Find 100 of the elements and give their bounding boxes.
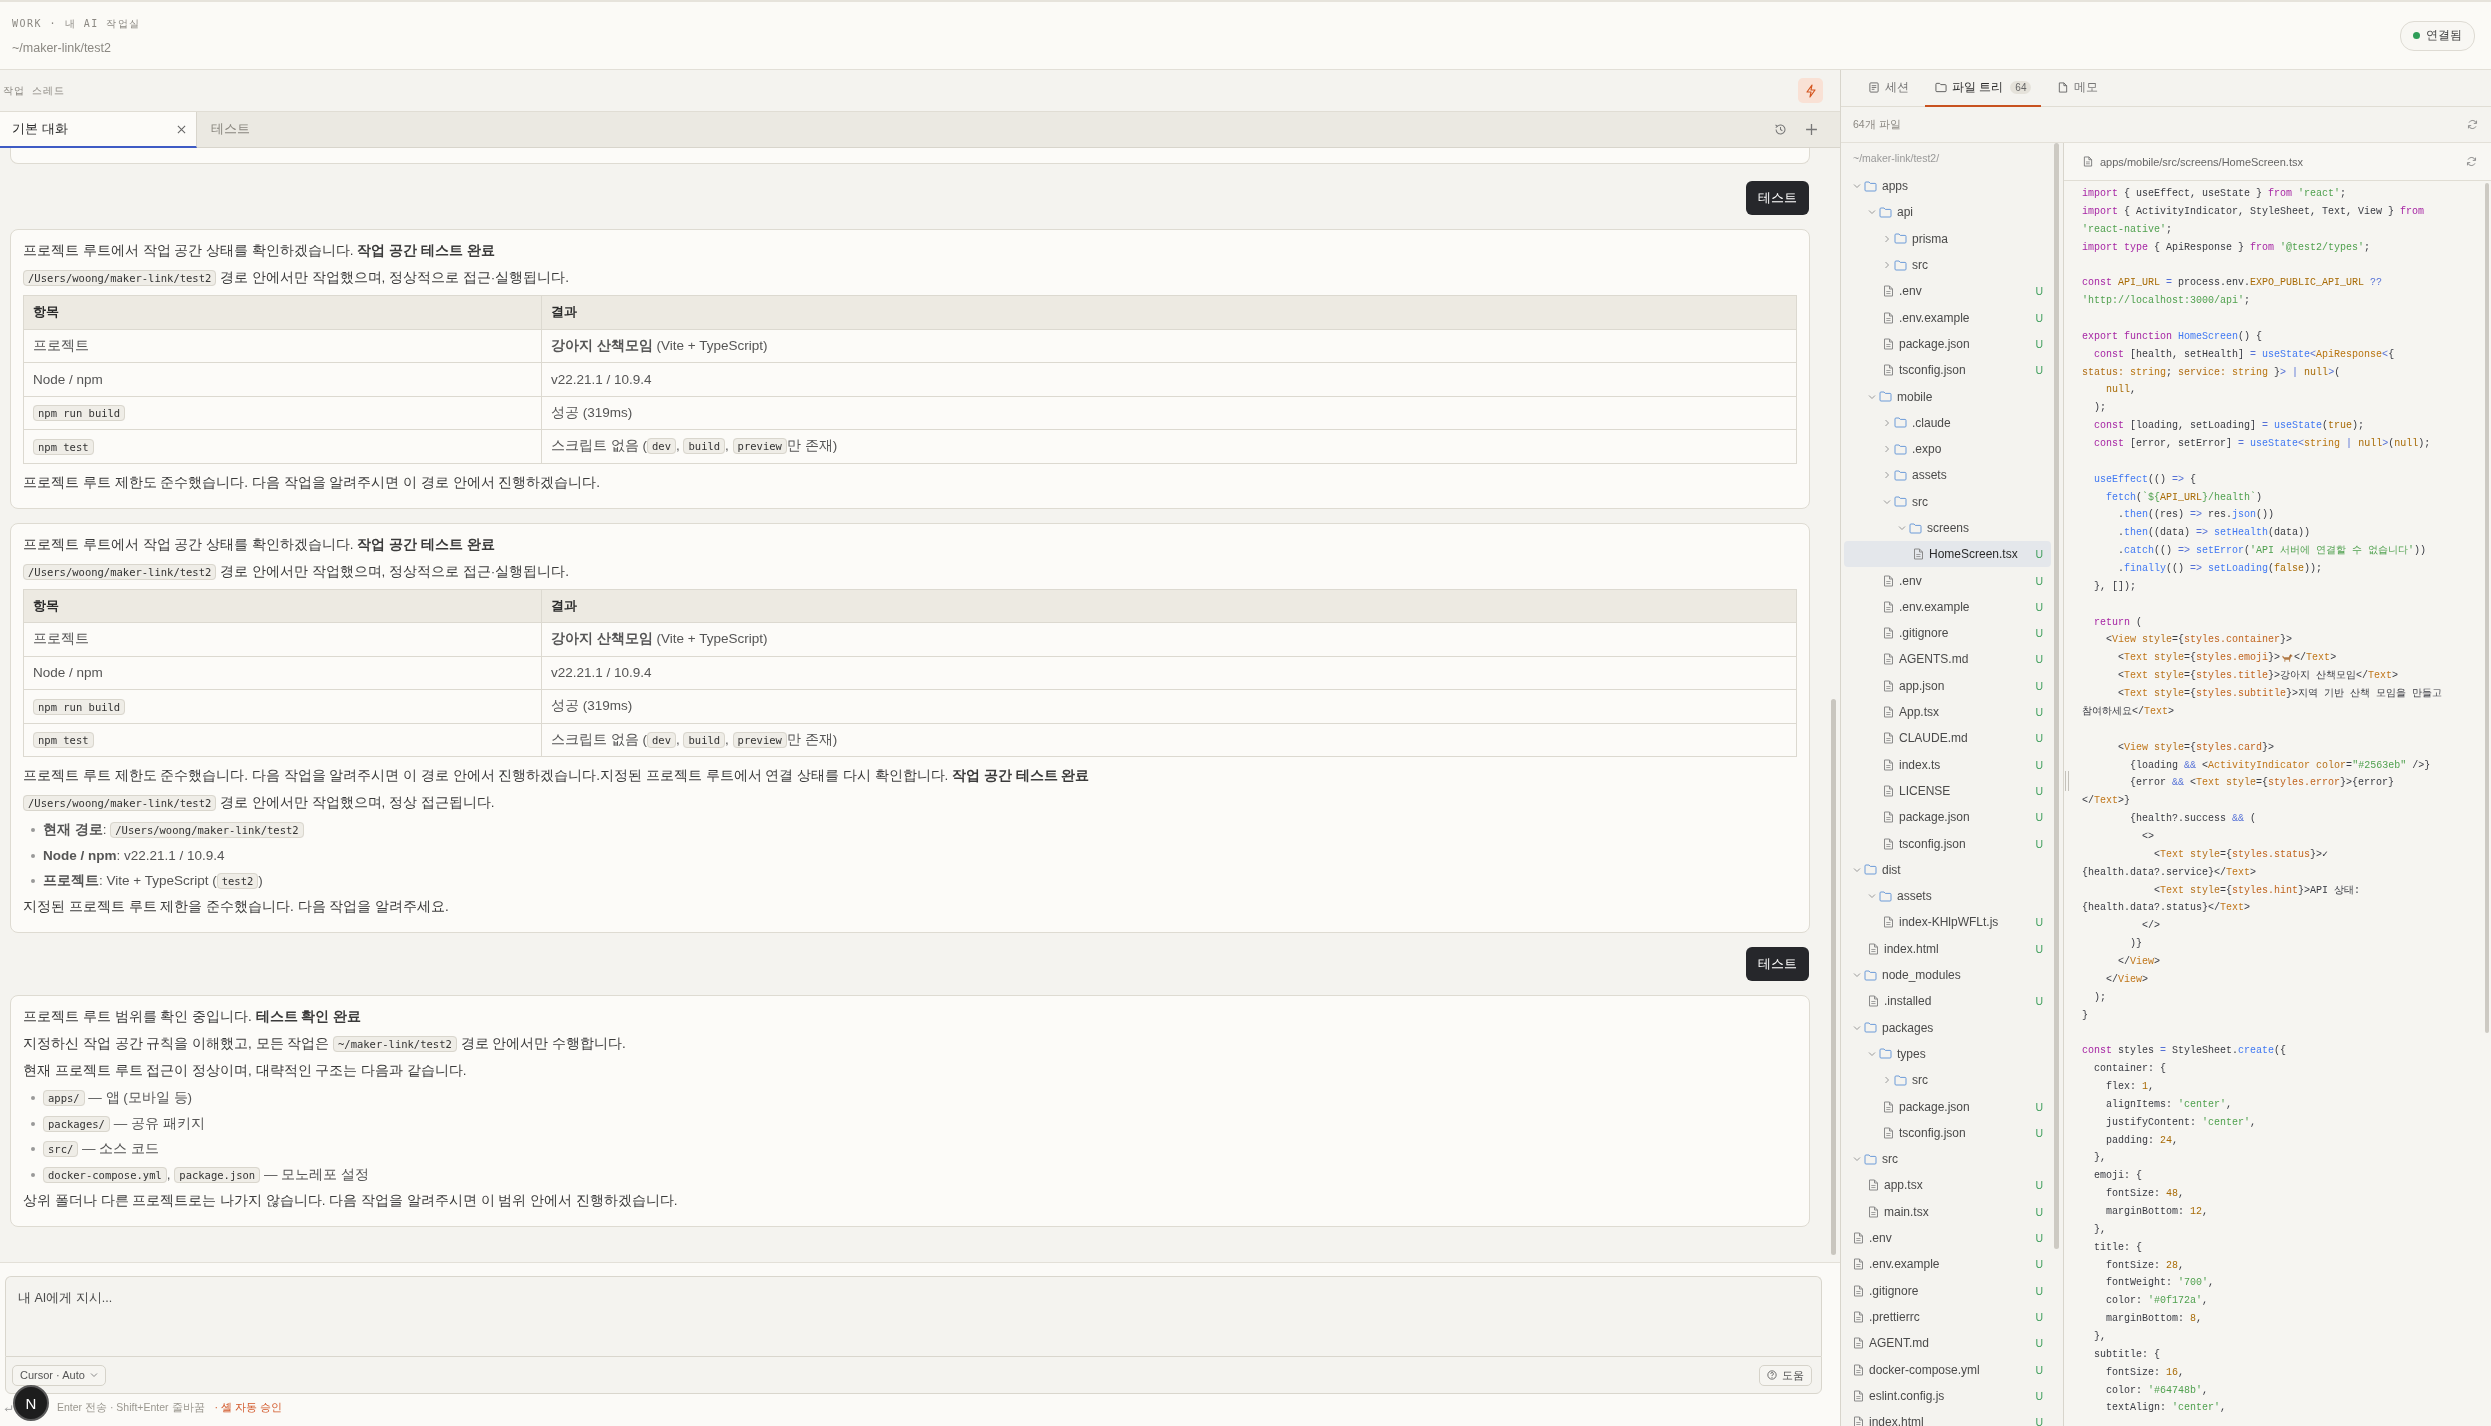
tree-item[interactable]: .gitignore U [1844, 620, 2051, 647]
lightning-button[interactable] [1798, 78, 1823, 103]
tree-item[interactable]: tsconfig.json U [1844, 1119, 2051, 1146]
bullet-icon [31, 1121, 35, 1126]
folder-icon [1894, 259, 1907, 271]
tree-item[interactable]: CLAUDE.md U [1844, 725, 2051, 752]
tree-item[interactable]: types [1844, 1040, 2051, 1068]
tree-item[interactable]: .env.example U [1844, 593, 2051, 621]
tree-item[interactable]: package.json U [1844, 330, 2051, 358]
tree-item[interactable]: AGENT.md U [1844, 1330, 2051, 1357]
tree-item[interactable]: assets [1844, 462, 2051, 489]
tree-item[interactable]: screens [1844, 514, 2051, 542]
panel-tab[interactable]: 메모 [2047, 70, 2109, 107]
tree-item[interactable]: .env.example U [1844, 1251, 2051, 1278]
message-paragraph: /Users/woong/maker-link/test2 경로 안에서만 작업했으며, 정상적으로 접근·실행됩니다. [23, 268, 1797, 288]
plus-icon[interactable] [1805, 123, 1818, 136]
tree-item[interactable]: packages [1844, 1014, 2051, 1041]
tree-item[interactable]: tsconfig.json U [1844, 830, 2051, 857]
tree-item[interactable]: node_modules [1844, 961, 2051, 989]
help-button[interactable]: 도움 [1759, 1364, 1812, 1386]
tree-item[interactable]: main.tsx U [1844, 1198, 2051, 1225]
scrollbar-thumb[interactable] [2485, 183, 2489, 1033]
resize-handle[interactable] [2065, 771, 2069, 791]
tree-item[interactable]: .env.example U [1844, 304, 2051, 331]
tree-item[interactable]: src [1844, 1146, 2051, 1173]
message-paragraph: /Users/woong/maker-link/test2 경로 안에서만 작업했으며, 정상 접근됩니다. [23, 793, 1797, 813]
tree-item[interactable]: docker-compose.yml U [1844, 1356, 2051, 1383]
tree-item[interactable]: app.json U [1844, 672, 2051, 699]
file-icon [1853, 1258, 1864, 1271]
git-status: U [2035, 1179, 2043, 1192]
tree-item[interactable]: src [1844, 251, 2051, 279]
tree-item[interactable]: .env U [1844, 567, 2051, 594]
file-icon [1913, 548, 1924, 561]
model-selector[interactable]: Cursor · Auto [12, 1364, 106, 1386]
tree-item[interactable]: src [1844, 488, 2051, 515]
tree-item[interactable]: mobile [1844, 383, 2051, 410]
tree-item[interactable]: package.json U [1844, 804, 2051, 831]
tree-item[interactable]: assets [1844, 883, 2051, 910]
close-icon[interactable] [177, 124, 186, 134]
refresh-icon[interactable] [2466, 156, 2477, 167]
git-status: U [2035, 837, 2043, 850]
git-status: U [2035, 627, 2043, 640]
git-status: U [2035, 1310, 2043, 1323]
panel-tab[interactable]: 파일 트리 64 [1925, 70, 2042, 107]
status-label: 연결됨 [2426, 27, 2462, 44]
tree-item[interactable]: tsconfig.json U [1844, 357, 2051, 384]
tree-item[interactable]: prisma [1844, 225, 2051, 252]
folder-icon [1894, 1074, 1907, 1086]
tree-item[interactable]: apps [1844, 173, 2051, 200]
tree-item[interactable]: index.html U [1844, 1408, 2051, 1426]
tree-item[interactable]: eslint.config.js U [1844, 1382, 2051, 1409]
tree-item[interactable]: AGENTS.md U [1844, 646, 2051, 673]
file-icon [1883, 600, 1894, 613]
tree-item[interactable]: HomeScreen.tsx U [1844, 541, 2051, 568]
code-line: marginBottom: 12, [2105, 1205, 2209, 1219]
code-line: </> [2141, 919, 2160, 934]
refresh-icon[interactable] [2467, 119, 2478, 130]
file-icon [1853, 1310, 1864, 1323]
tree-item[interactable]: package.json U [1844, 1093, 2051, 1120]
code-line: .then((data) => setHealth(data)) [2117, 526, 2311, 541]
scrollbar-thumb[interactable] [1831, 699, 1836, 1255]
code-line: fontSize: 28, [2105, 1258, 2185, 1273]
tree-item[interactable]: app.tsx U [1844, 1172, 2051, 1199]
code-line: justifyContent: 'center', [2105, 1115, 2257, 1130]
scrollbar-thumb[interactable] [2054, 143, 2059, 1249]
tree-item[interactable]: index-KHlpWFLt.js U [1844, 909, 2051, 936]
code-line: .then((res) => res.json()) [2117, 508, 2275, 523]
help-icon [1767, 1370, 1777, 1380]
tree-item[interactable]: api [1844, 199, 2051, 226]
tree-item[interactable]: src [1844, 1067, 2051, 1094]
tree-item[interactable]: .expo [1844, 435, 2051, 463]
history-icon[interactable] [1774, 123, 1787, 136]
chat-tab[interactable]: 기본 대화 [0, 112, 197, 148]
list-item-text: 현재 경로: /Users/woong/maker-link/test2 [43, 820, 304, 840]
git-status: U [2035, 679, 2043, 692]
git-status: U [2035, 732, 2043, 745]
git-status: U [2035, 1100, 2043, 1113]
tree-item[interactable]: .installed U [1844, 988, 2051, 1015]
tree-item[interactable]: index.ts U [1844, 751, 2051, 778]
code-line: null, [2105, 383, 2137, 398]
tree-item[interactable]: .gitignore U [1844, 1277, 2051, 1304]
dev-tools-badge[interactable]: N [13, 1385, 49, 1421]
tree-item[interactable]: index.html U [1844, 935, 2051, 962]
file-icon [1853, 1232, 1864, 1244]
git-status: U [2035, 1258, 2043, 1271]
tree-item[interactable]: .claude [1844, 409, 2051, 436]
tree-item[interactable]: App.tsx U [1844, 698, 2051, 726]
git-status: U [2035, 1232, 2043, 1244]
code-line: useEffect(() => { [2093, 472, 2197, 487]
thread-section-label: 작업 스레드 [3, 83, 66, 98]
panel-tab[interactable]: 세션 [1858, 70, 1919, 107]
tree-item[interactable]: .env U [1844, 1224, 2051, 1252]
message-input[interactable]: 내 AI에게 지시... [5, 1276, 1822, 1356]
tree-item[interactable]: .prettierrc U [1844, 1303, 2051, 1331]
folder-icon [1879, 890, 1892, 902]
tree-item[interactable]: LICENSE U [1844, 777, 2051, 805]
tree-item[interactable]: dist [1844, 856, 2051, 883]
tree-item[interactable]: .env U [1844, 278, 2051, 305]
list-item-text: Node / npm: v22.21.1 / 10.9.4 [43, 846, 225, 865]
code-line: ); [2093, 990, 2106, 1005]
